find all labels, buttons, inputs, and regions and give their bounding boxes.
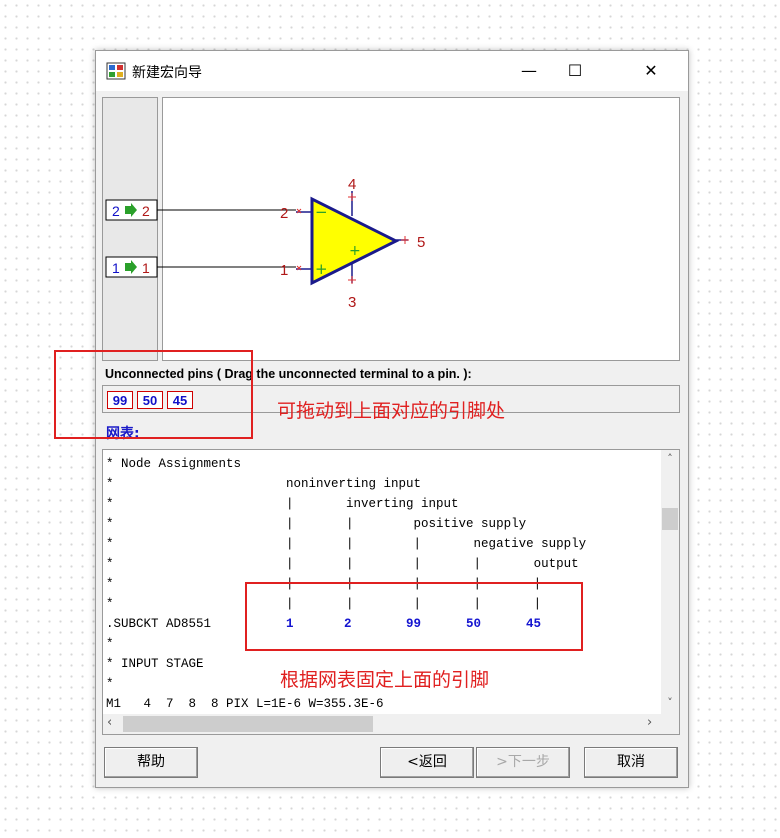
pin-number-2: 2: [280, 205, 288, 222]
scroll-up-icon[interactable]: ˄: [661, 452, 679, 465]
netlist-horizontal-scrollbar[interactable]: ‹ ›: [103, 714, 663, 734]
netlist-line: * | | | negative supply: [106, 537, 587, 551]
netlist-vertical-scrollbar[interactable]: ˄ ˅: [661, 450, 679, 714]
pin-number-3: 3: [348, 294, 356, 311]
minus-symbol: −: [315, 203, 328, 221]
plus-symbol: +: [315, 260, 328, 278]
netlist-line: * | inverting input: [106, 497, 459, 511]
netlist-line: * | | positive supply: [106, 517, 527, 531]
netlist-line: * Node Assignments: [106, 457, 242, 471]
pin-number-4: 4: [348, 176, 356, 193]
pin-block-2[interactable]: 2 2: [105, 199, 158, 221]
netlist-line: * noninverting input: [106, 477, 422, 491]
subckt-keyword: .SUBCKT AD8551: [106, 617, 212, 631]
scroll-left-icon[interactable]: ‹: [107, 715, 112, 730]
pin-block-1[interactable]: 1 1: [105, 256, 158, 278]
scroll-down-icon[interactable]: ˅: [661, 696, 679, 709]
help-button[interactable]: 帮助: [104, 747, 198, 778]
cancel-button[interactable]: 取消: [584, 747, 678, 778]
pin-block-1-right: 1: [142, 260, 150, 276]
pin-number-5: 5: [417, 234, 425, 251]
pin-block-1-left: 1: [112, 260, 120, 276]
fix-pins-annotation: 根据网表固定上面的引脚: [280, 669, 490, 691]
vertical-scroll-thumb[interactable]: [662, 508, 678, 530]
horizontal-scroll-thumb[interactable]: [123, 716, 373, 732]
netlist-highlight-box: [245, 582, 583, 651]
netlist-line: * | | | | output: [106, 557, 579, 571]
drag-hint-highlight-box: [54, 350, 253, 439]
opamp-schematic: 2 2 1 1 − + + 2 1 4 3 5: [105, 176, 425, 311]
pin-number-1: 1: [280, 262, 288, 279]
scrollbar-corner: [661, 714, 679, 734]
netlist-line: * INPUT STAGE: [106, 657, 204, 671]
next-button[interactable]: >下一步: [476, 747, 570, 778]
netlist-line: *: [106, 637, 114, 651]
netlist-line: *: [106, 677, 114, 691]
back-button[interactable]: <返回: [380, 747, 474, 778]
scroll-right-icon[interactable]: ›: [647, 715, 652, 730]
center-plus-symbol: +: [349, 243, 361, 259]
drag-hint-annotation: 可拖动到上面对应的引脚处: [277, 400, 506, 422]
netlist-line: M1 4 7 8 8 PIX L=1E-6 W=355.3E-6: [106, 697, 384, 711]
pin-block-2-right: 2: [142, 203, 150, 219]
pin-block-2-left: 2: [112, 203, 120, 219]
